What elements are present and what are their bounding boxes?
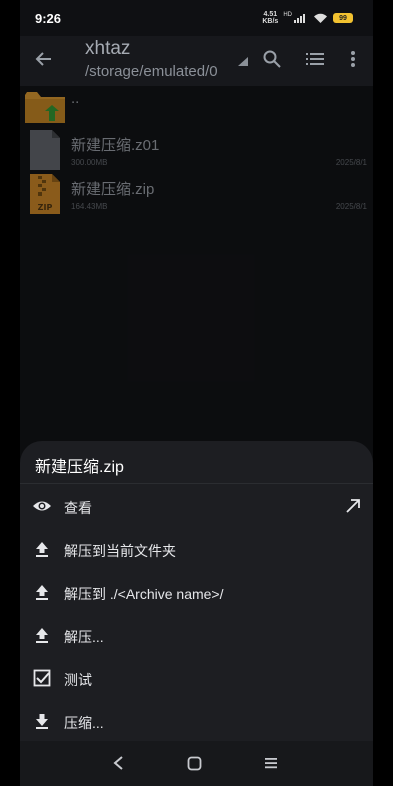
menu-item-label: 解压到当前文件夹: [64, 543, 176, 559]
net-speed: 4.51 KB/s: [262, 11, 279, 25]
menu-item-compress[interactable]: 压缩...: [20, 701, 373, 741]
phone-screen: 9:26 4.51 KB/s HD 99 xhtaz /storage/emul…: [20, 0, 373, 786]
upload-icon: [36, 542, 48, 557]
menu-item-label: 测试: [64, 672, 92, 688]
back-arrow-icon[interactable]: [34, 49, 54, 69]
checkbox-icon: [33, 669, 51, 687]
more-vert-icon[interactable]: [343, 49, 363, 69]
menu-item-label: 解压到 ./<Archive name>/: [64, 586, 224, 602]
menu-item-label: 解压...: [64, 629, 104, 645]
menu-item-extract-here[interactable]: 解压到当前文件夹: [20, 529, 373, 569]
nav-home-icon[interactable]: [187, 756, 202, 771]
menu-item-view[interactable]: 查看: [20, 486, 373, 526]
toolbar-title: xhtaz: [85, 38, 131, 59]
nav-menu-icon[interactable]: [264, 756, 278, 770]
menu-item-extract[interactable]: 解压...: [20, 615, 373, 655]
status-bar: 9:26 4.51 KB/s HD 99: [20, 0, 373, 36]
system-nav-bar: [20, 741, 373, 786]
battery-icon: 99: [333, 13, 353, 23]
bottom-sheet: 新建压缩.zip 查看 解压到当前文件夹 解压到 ./<Archive name…: [20, 441, 373, 786]
upload-icon: [36, 585, 48, 600]
status-time: 9:26: [35, 11, 62, 26]
eye-icon: [33, 501, 51, 511]
upload-icon: [36, 628, 48, 643]
search-icon[interactable]: [262, 49, 282, 69]
status-icons: 4.51 KB/s HD 99: [262, 11, 353, 25]
menu-item-test[interactable]: 测试: [20, 658, 373, 698]
path-dropdown-icon[interactable]: [238, 57, 248, 66]
signal-icon: [294, 14, 305, 23]
toolbar: xhtaz /storage/emulated/0: [20, 36, 373, 86]
open-external-icon[interactable]: [345, 498, 361, 514]
menu-item-label: 压缩...: [64, 715, 104, 731]
menu-item-extract-to-archive-folder[interactable]: 解压到 ./<Archive name>/: [20, 572, 373, 612]
sheet-title: 新建压缩.zip: [35, 459, 124, 476]
toolbar-path[interactable]: /storage/emulated/0: [85, 63, 218, 80]
nav-back-icon[interactable]: [112, 755, 126, 771]
download-icon: [36, 714, 48, 729]
divider: [20, 483, 373, 484]
menu-item-label: 查看: [64, 500, 92, 516]
network-type: HD: [283, 12, 292, 18]
wifi-icon: [314, 13, 327, 23]
list-view-icon[interactable]: [305, 49, 325, 69]
